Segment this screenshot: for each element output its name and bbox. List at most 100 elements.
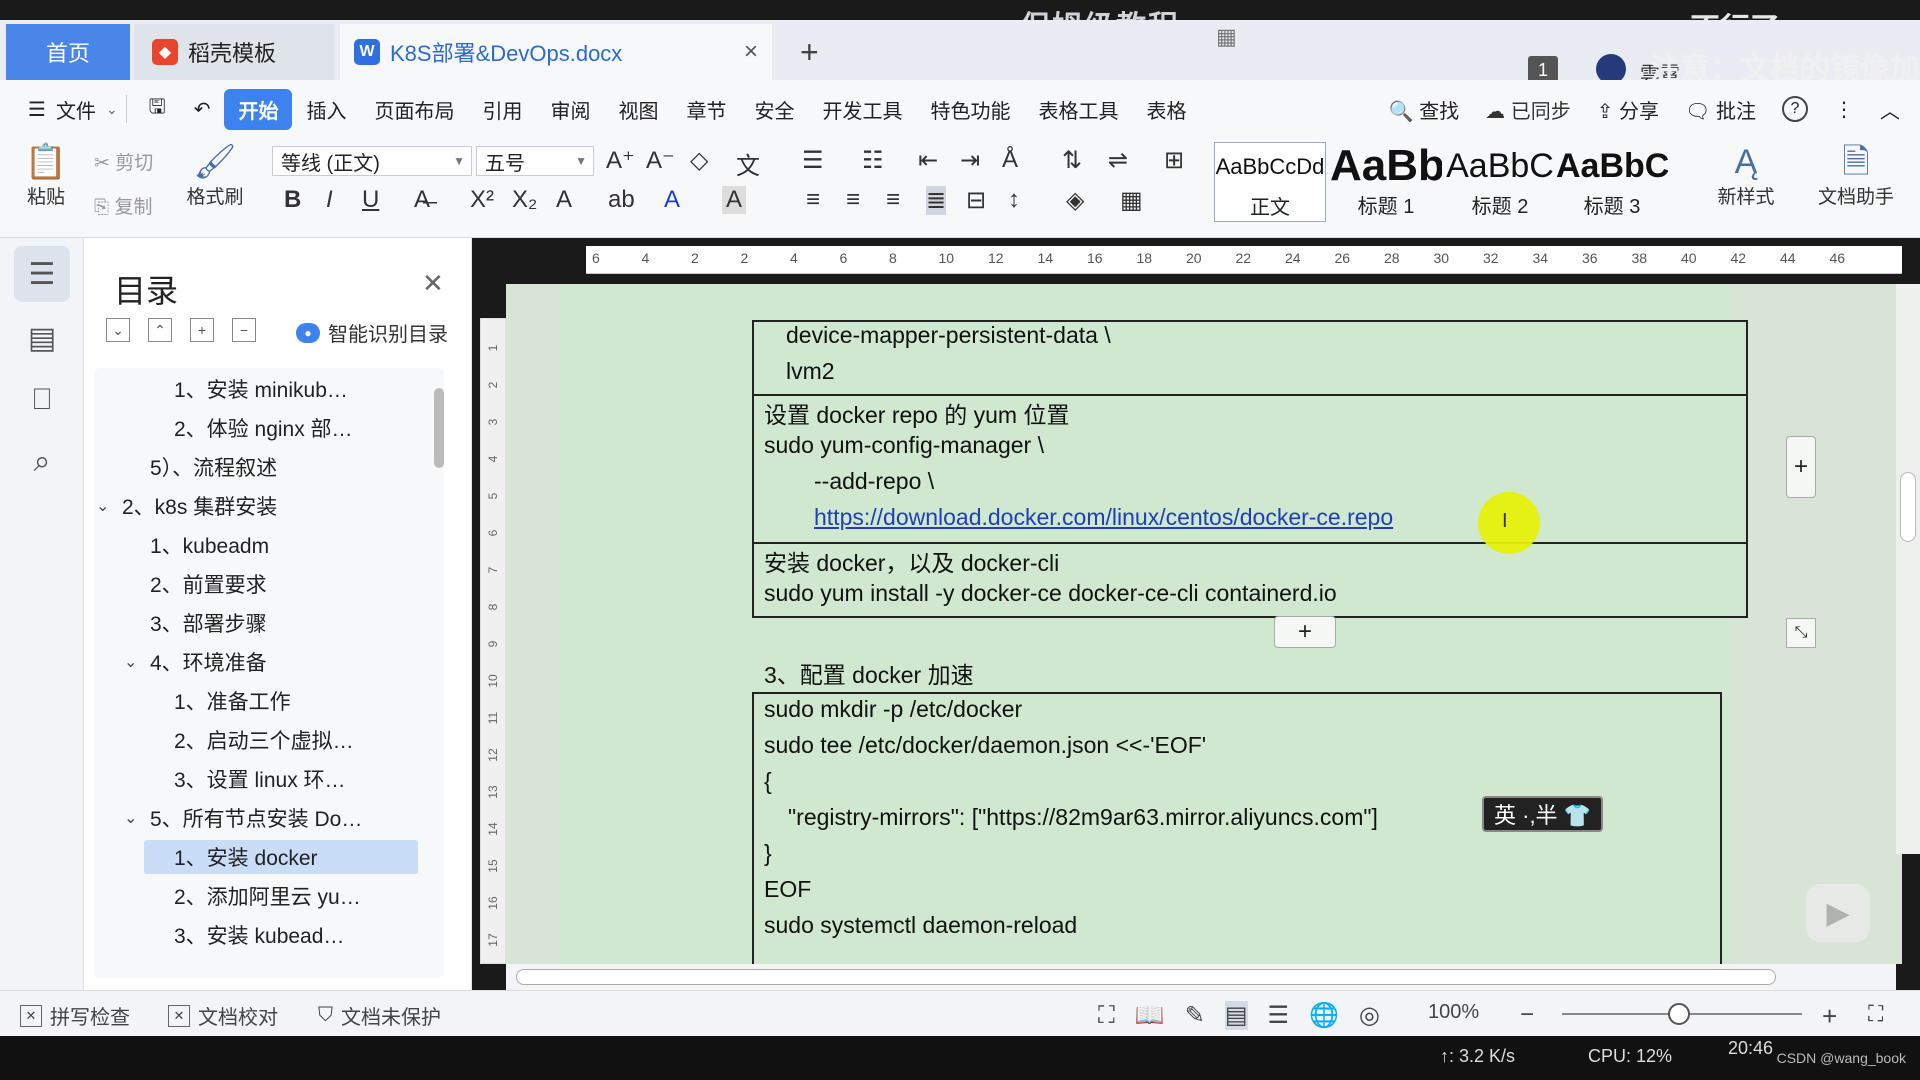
strikethrough-icon[interactable]: A̶ [414,186,430,214]
chapter-nav-icon[interactable]: ▤ [14,310,70,366]
save-icon[interactable]: 🖫 [135,92,180,126]
bookmark-icon[interactable]: ⎕ [14,372,70,428]
toc-item[interactable]: 2、添加阿里云 yu… [174,879,361,913]
horizontal-scrollbar[interactable] [506,964,1896,990]
decrease-indent-icon[interactable]: ⇤ [918,146,938,175]
toc-item[interactable]: ⌄ 5、所有节点安装 Do… [124,801,362,835]
border-icon[interactable]: ▦ [1120,186,1143,215]
tab-home[interactable]: 首页 [6,24,130,80]
document-page[interactable]: device-mapper-persistent-data \ lvm2 设置 … [560,284,1816,982]
find-button[interactable]: 🔍 查找 [1389,95,1459,124]
format-painter-button[interactable]: 🖌 格式刷 [180,142,250,209]
docker-repo-link[interactable]: https://download.docker.com/linux/centos… [814,504,1393,531]
text-effect-icon[interactable]: A [556,186,572,214]
fit-window-icon[interactable]: ⛶ [1868,1001,1883,1027]
toc-item[interactable]: ⌄ 4、环境准备 [124,645,267,679]
page-view-icon[interactable]: ▤ [1224,1001,1248,1030]
more-icon[interactable]: ⋮ [1834,97,1854,122]
vertical-ruler[interactable]: 1 2 3 4 5 6 7 8 9 10 11 12 13 14 15 16 17 [480,318,506,964]
menu-table-tools[interactable]: 表格工具 [1024,95,1132,124]
align-left-icon[interactable]: ≡ [806,186,820,214]
add-heading-icon[interactable]: + [190,318,214,342]
toc-item[interactable]: 5）、流程叙述 [150,450,277,484]
style-heading-1[interactable]: AaBb 标题 1 [1330,142,1442,222]
code-table-cell[interactable]: 安装 docker，以及 docker-cli sudo yum install… [752,542,1748,618]
menu-file[interactable]: ☰ 文件 ⌄ [0,95,118,124]
toc-item[interactable]: 2、体验 nginx 部… [174,411,353,445]
toc-nav-icon[interactable]: ☰ [14,246,70,302]
subscript-icon[interactable]: X₂ [512,186,537,214]
paste-button[interactable]: 📋 粘贴 [18,142,74,209]
toc-item[interactable]: 1、安装 minikub… [174,372,348,406]
outline-view-icon[interactable]: ☰ [1268,1001,1290,1030]
menu-table-style[interactable]: 表格 [1132,95,1188,124]
font-color-icon[interactable]: A [664,186,680,214]
distributed-icon[interactable]: ⊟ [966,186,986,215]
eye-protect-icon[interactable]: ◎ [1359,1001,1380,1030]
horizontal-ruler[interactable]: 6 4 2 2 4 6 8 10 12 14 16 18 20 22 24 26 28 30 32 34 36 38 40 4… [586,246,1902,274]
chevron-down-icon[interactable]: ⌄ [124,652,150,672]
sync-status[interactable]: ☁ 已同步 [1485,95,1571,124]
zoom-level[interactable]: 100% [1428,1001,1479,1024]
shrink-font-icon[interactable]: A⁻ [646,146,675,175]
smart-toc-button[interactable]: ● 智能识别目录 [296,318,448,347]
read-mode-icon[interactable]: 📖 [1135,1001,1165,1030]
new-style-button[interactable]: Ą 新样式 [1706,142,1786,209]
find-replace-icon[interactable]: ⌕ [14,434,70,490]
scroll-thumb[interactable] [1900,472,1916,542]
toc-item[interactable]: 1、准备工作 [174,684,291,718]
add-table-row-button[interactable]: + [1274,616,1336,648]
scroll-thumb[interactable] [516,969,1776,985]
close-tab-icon[interactable]: × [744,38,758,66]
collapse-ribbon-icon[interactable]: ︿ [1880,95,1900,124]
chevron-down-icon[interactable]: ⌄ [124,808,150,828]
code-table-cell[interactable]: sudo mkdir -p /etc/docker sudo tee /etc/… [752,692,1722,982]
proofread-button[interactable]: ✕ 文档校对 [168,1001,278,1030]
sort-icon[interactable]: ⇅ [1062,146,1082,175]
cut-button[interactable]: ✂ 剪切 [94,148,153,175]
share-button[interactable]: ⇪ 分享 [1597,95,1659,124]
expand-all-icon[interactable]: ⌄ [106,318,130,342]
close-icon[interactable]: ✕ [422,268,444,299]
menu-view[interactable]: 视图 [604,95,672,124]
menu-insert[interactable]: 插入 [292,95,360,124]
comment-button[interactable]: 🗨 批注 [1685,95,1756,124]
menu-references[interactable]: 引用 [468,95,536,124]
superscript-icon[interactable]: X² [470,186,494,214]
bullet-list-icon[interactable]: ☰ [802,146,824,175]
protect-status[interactable]: ⛉ 文档未保护 [318,1001,441,1030]
underline-button[interactable]: U [362,186,379,214]
font-size-select[interactable]: 五号 ▼ [476,146,594,176]
zoom-slider-handle[interactable] [1668,1003,1690,1025]
tab-stops-icon[interactable]: ⇌ [1108,146,1128,175]
line-spacing-icon[interactable]: ↕ [1008,186,1020,214]
fullscreen-icon[interactable]: ⛶ [1098,1002,1115,1030]
clear-format-icon[interactable]: ◇ [690,146,708,175]
table-icon[interactable]: ⊞ [1164,146,1184,175]
shading-icon[interactable]: ◈ [1066,186,1084,215]
chevron-down-icon[interactable]: ⌄ [96,496,122,516]
code-table-cell[interactable]: device-mapper-persistent-data \ lvm2 [752,320,1748,396]
tab-template[interactable]: ◆ 稻壳模板 [134,24,334,80]
tab-document[interactable]: W K8S部署&DevOps.docx × [340,24,772,80]
web-view-icon[interactable]: 🌐 [1309,1001,1339,1030]
toc-item[interactable]: 2、启动三个虚拟… [174,723,354,757]
copy-button[interactable]: ⎘ 复制 [94,192,153,219]
table-resize-icon[interactable]: ⤡ [1786,618,1816,648]
play-icon[interactable]: ▶ [1806,884,1870,942]
increase-indent-icon[interactable]: ⇥ [960,146,980,175]
style-body[interactable]: AaBbCcDd 正文 [1214,142,1326,222]
style-heading-2[interactable]: AaBbC 标题 2 [1444,142,1556,222]
menu-start[interactable]: 开始 [224,88,293,130]
doc-assistant-button[interactable]: 🗎 文档助手 [1816,142,1896,209]
char-shading-icon[interactable]: A [722,186,747,214]
toc-item[interactable]: 3、设置 linux 环… [174,762,346,796]
toc-item[interactable]: 2、前置要求 [150,567,267,601]
toc-scrollbar[interactable] [434,388,444,468]
toc-item[interactable]: 3、部署步骤 [150,606,267,640]
spell-check-button[interactable]: ✕ 拼写检查 [20,1001,130,1030]
bold-button[interactable]: B [284,186,301,214]
add-table-column-button[interactable]: + [1786,436,1816,498]
layout-grid-icon[interactable]: ▦ [1216,24,1237,50]
help-icon[interactable]: ? [1782,96,1808,122]
